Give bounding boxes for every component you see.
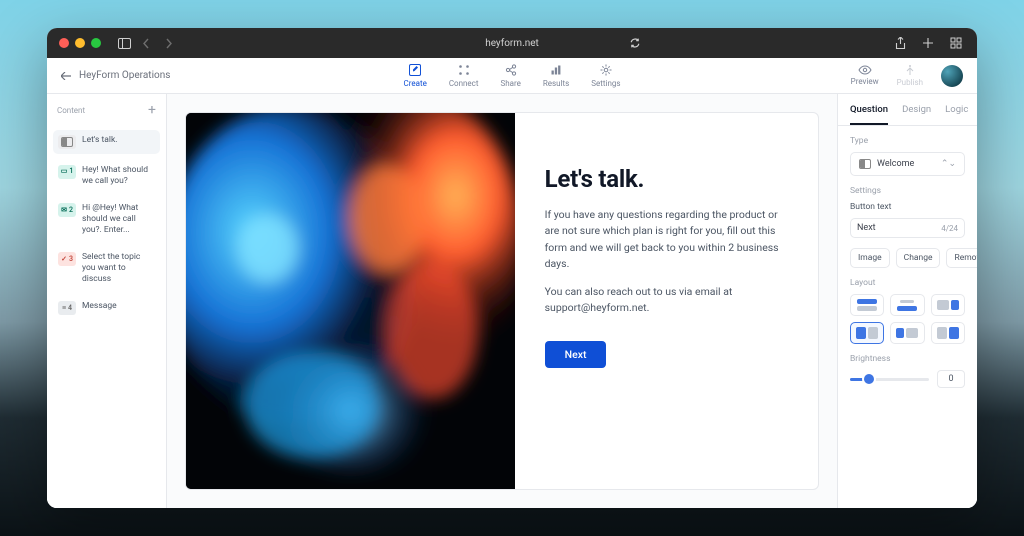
tab-connect[interactable]: Connect bbox=[449, 63, 479, 88]
type-label: Type bbox=[850, 136, 965, 146]
layout-option-left-inset[interactable] bbox=[890, 322, 924, 344]
button-text-counter: 4/24 bbox=[941, 224, 958, 233]
breadcrumb-back[interactable]: HeyForm Operations bbox=[61, 70, 170, 81]
layout-option-right-inset[interactable] bbox=[931, 294, 965, 316]
settings-label: Settings bbox=[850, 186, 965, 196]
url-label: heyform.net bbox=[47, 38, 977, 49]
tab-share[interactable]: Share bbox=[500, 63, 520, 88]
question-item-label: Hi @Hey! What should we call you?. Enter… bbox=[82, 203, 155, 236]
remove-image-button[interactable]: Remove bbox=[946, 248, 977, 268]
tab-create[interactable]: Create bbox=[404, 63, 427, 88]
page-paragraph-2[interactable]: You can also reach out to us via email a… bbox=[545, 284, 784, 317]
question-item-label: Select the topic you want to discuss bbox=[82, 252, 155, 285]
question-item-0[interactable]: Let's talk. bbox=[53, 130, 160, 154]
question-sidebar: Content + Let's talk. ▭1 Hey! What shoul… bbox=[47, 94, 167, 508]
add-question-button[interactable]: + bbox=[148, 102, 156, 118]
preview-button[interactable]: Preview bbox=[851, 65, 879, 86]
next-button[interactable]: Next bbox=[545, 341, 607, 368]
nav-forward-icon[interactable] bbox=[157, 38, 179, 49]
long-text-icon: ≡ bbox=[62, 304, 66, 313]
layout-option-split-right[interactable] bbox=[931, 322, 965, 344]
question-item-3[interactable]: ✓3 Select the topic you want to discuss bbox=[53, 247, 160, 290]
nav-back-icon[interactable] bbox=[135, 38, 157, 49]
publish-button[interactable]: Publish bbox=[897, 64, 923, 87]
button-text-label: Button text bbox=[850, 202, 965, 212]
type-value: Welcome bbox=[877, 159, 914, 169]
layout-label: Layout bbox=[850, 278, 965, 288]
question-item-label: Hey! What should we call you? bbox=[82, 165, 155, 187]
brightness-slider[interactable] bbox=[850, 372, 929, 386]
welcome-icon bbox=[859, 159, 871, 169]
page-title[interactable]: Let's talk. bbox=[545, 165, 784, 193]
panel-tab-logic[interactable]: Logic bbox=[945, 104, 968, 125]
tab-results[interactable]: Results bbox=[543, 63, 569, 88]
type-select[interactable]: Welcome ⌃⌄ bbox=[850, 152, 965, 176]
zoom-window-button[interactable] bbox=[91, 38, 101, 48]
question-item-label: Let's talk. bbox=[82, 135, 118, 146]
question-item-1[interactable]: ▭1 Hey! What should we call you? bbox=[53, 160, 160, 192]
question-item-2[interactable]: ✉2 Hi @Hey! What should we call you?. En… bbox=[53, 198, 160, 241]
sidebar-toggle-icon[interactable] bbox=[113, 38, 135, 49]
cover-image bbox=[186, 113, 515, 489]
browser-titlebar: heyform.net bbox=[47, 28, 977, 58]
short-text-icon: ▭ bbox=[61, 167, 68, 176]
close-window-button[interactable] bbox=[59, 38, 69, 48]
panel-tab-question[interactable]: Question bbox=[850, 104, 888, 125]
question-item-label: Message bbox=[82, 301, 117, 312]
choice-icon: ✓ bbox=[61, 255, 67, 264]
breadcrumb-label: HeyForm Operations bbox=[79, 70, 170, 81]
layout-option-top[interactable] bbox=[850, 294, 884, 316]
welcome-icon bbox=[61, 137, 73, 147]
properties-panel: Question Design Logic Type Welcome ⌃⌄ Se… bbox=[837, 94, 977, 508]
window-controls bbox=[47, 38, 101, 48]
email-icon: ✉ bbox=[61, 206, 67, 215]
app-header: HeyForm Operations Create Connect Share bbox=[47, 58, 977, 94]
layout-option-split-left[interactable] bbox=[850, 322, 884, 344]
chevron-updown-icon: ⌃⌄ bbox=[941, 159, 956, 169]
question-item-4[interactable]: ≡4 Message bbox=[53, 296, 160, 320]
tabs-overview-icon[interactable] bbox=[945, 37, 967, 50]
minimize-window-button[interactable] bbox=[75, 38, 85, 48]
layout-option-center[interactable] bbox=[890, 294, 924, 316]
share-icon[interactable] bbox=[889, 37, 911, 50]
page-paragraph-1[interactable]: If you have any questions regarding the … bbox=[545, 207, 784, 272]
brightness-label: Brightness bbox=[850, 354, 965, 364]
change-image-button[interactable]: Change bbox=[896, 248, 941, 268]
refresh-icon[interactable] bbox=[624, 37, 646, 49]
new-tab-icon[interactable] bbox=[917, 37, 939, 50]
avatar[interactable] bbox=[941, 65, 963, 87]
image-label: Image bbox=[850, 248, 890, 268]
tab-settings[interactable]: Settings bbox=[591, 63, 620, 88]
browser-window: heyform.net HeyForm Operations bbox=[47, 28, 977, 508]
sidebar-section-label: Content bbox=[57, 106, 85, 115]
brightness-value[interactable]: 0 bbox=[937, 370, 965, 388]
button-text-input[interactable]: Next 4/24 bbox=[850, 218, 965, 238]
form-canvas: Let's talk. If you have any questions re… bbox=[167, 94, 837, 508]
welcome-card: Let's talk. If you have any questions re… bbox=[185, 112, 819, 490]
panel-tab-design[interactable]: Design bbox=[902, 104, 931, 125]
